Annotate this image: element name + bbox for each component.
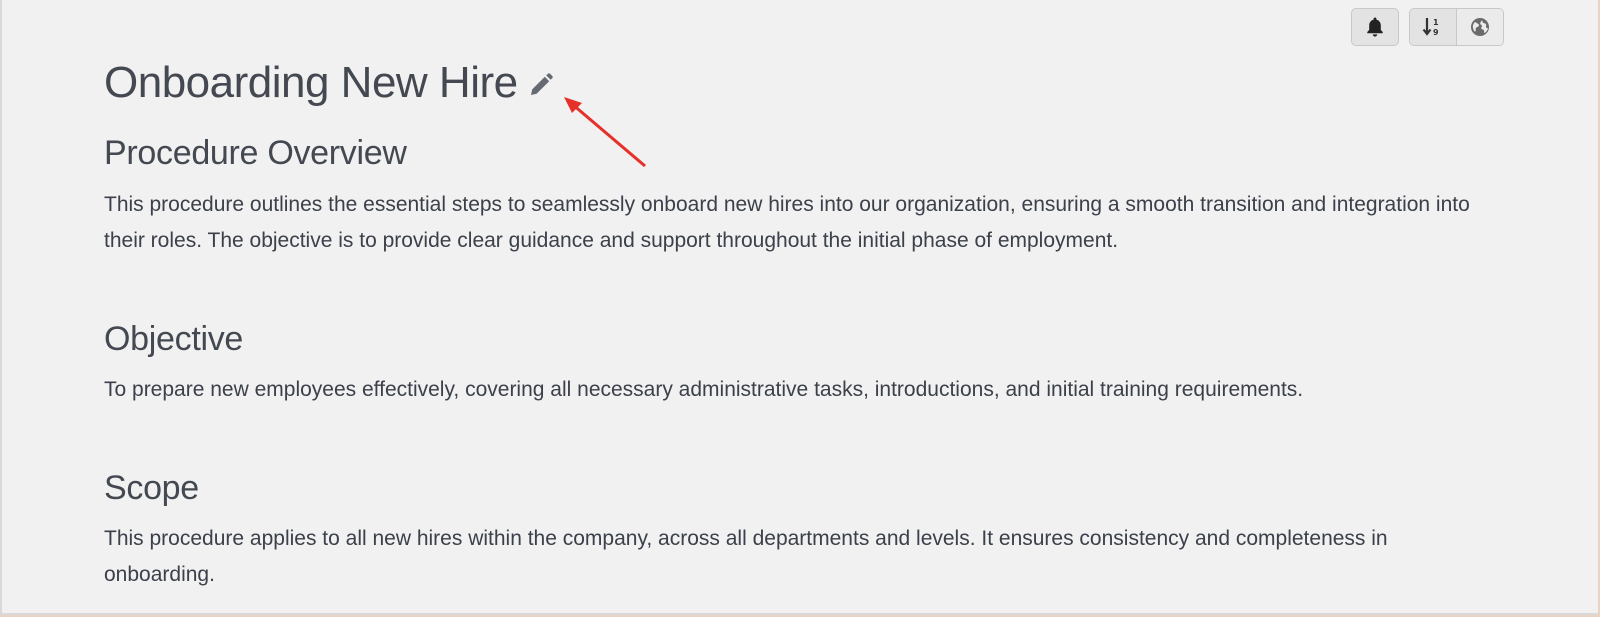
section-heading-scope: Scope: [104, 469, 199, 507]
section-heading-objective: Objective: [104, 320, 244, 358]
title-row: Onboarding New Hire: [104, 56, 1504, 110]
sort-button[interactable]: 1 9: [1410, 9, 1456, 45]
annotation-arrow: [564, 97, 646, 168]
page: 1 9 Onboarding New Hire Procedure Overvi…: [0, 0, 1598, 615]
sort-numeric-icon: 1 9: [1422, 18, 1439, 37]
section-body-procedure-overview: This procedure outlines the essential st…: [104, 193, 1470, 252]
toolbar: 1 9: [1351, 8, 1504, 46]
notifications-button[interactable]: [1351, 8, 1399, 46]
page-title: Onboarding New Hire: [104, 58, 518, 107]
document-content: Onboarding New Hire Procedure Overview T…: [104, 56, 1504, 586]
section-body-scope: This procedure applies to all new hires …: [104, 527, 1388, 586]
globe-icon: [1471, 18, 1489, 36]
edit-title-button[interactable]: [528, 72, 554, 98]
pencil-icon: [530, 73, 553, 95]
svg-text:1: 1: [1433, 18, 1439, 27]
section-body-objective: To prepare new employees effectively, co…: [104, 378, 1304, 401]
view-options-group: 1 9: [1409, 8, 1504, 46]
language-button[interactable]: [1456, 9, 1503, 45]
svg-text:9: 9: [1433, 28, 1439, 37]
section-heading-procedure-overview: Procedure Overview: [104, 134, 407, 172]
bell-icon: [1367, 17, 1383, 37]
